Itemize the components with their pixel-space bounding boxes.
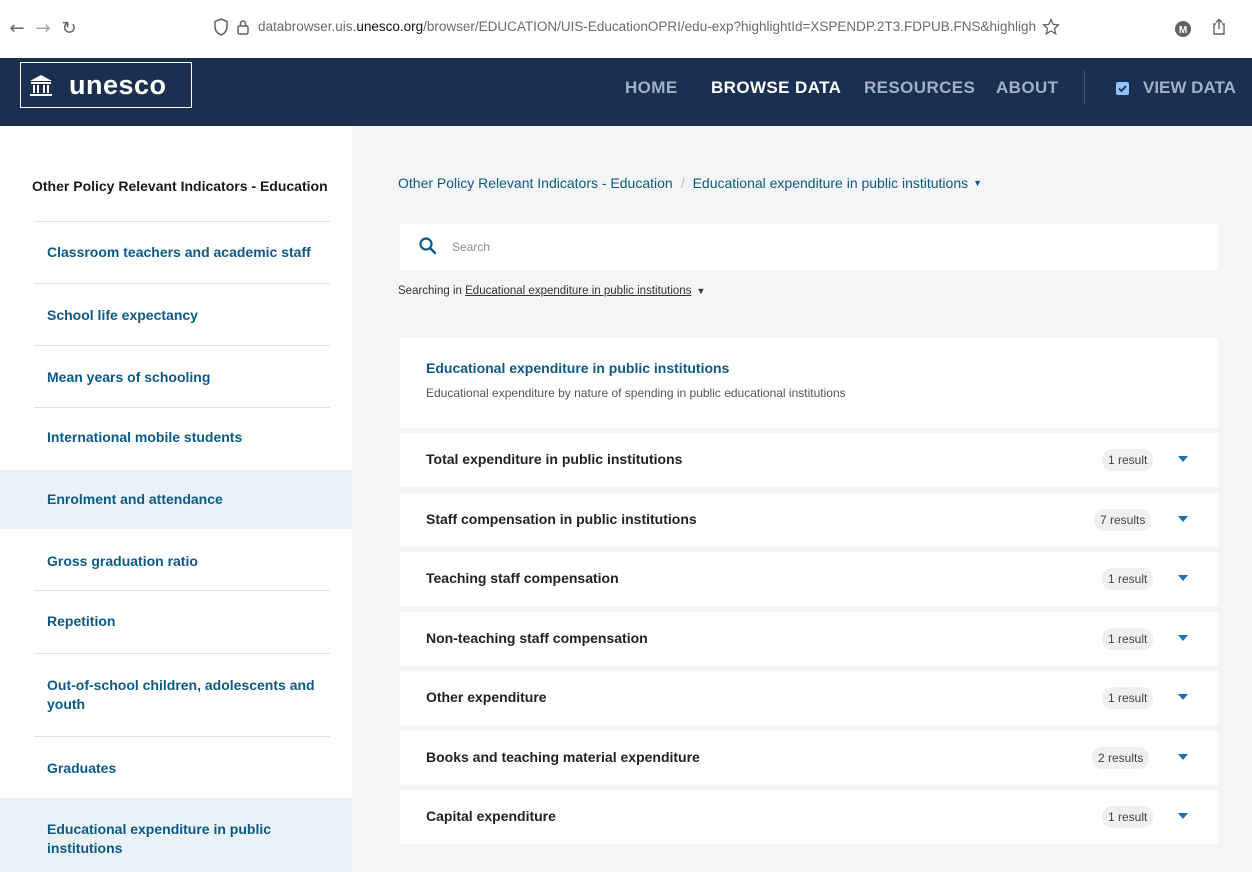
reload-icon[interactable]: ↻ [58, 18, 80, 40]
nav-browse-data[interactable]: BROWSE DATA [711, 78, 841, 98]
expand-caret-icon[interactable] [1178, 813, 1188, 819]
sidebar-item-gross-graduation-ratio[interactable]: Gross graduation ratio [0, 529, 352, 590]
search-icon [418, 236, 438, 256]
main-content: Other Policy Relevant Indicators - Educa… [352, 126, 1252, 872]
temple-icon [21, 65, 61, 105]
search-box [400, 224, 1218, 270]
url-path: /browser/EDUCATION/UIS-EducationOPRI/edu… [423, 19, 1036, 34]
expand-caret-icon[interactable] [1178, 516, 1188, 522]
indicator-row[interactable]: Books and teaching material expenditure … [400, 731, 1218, 785]
url-prefix: databrowser.uis. [258, 19, 357, 34]
results-badge: 1 result [1102, 687, 1154, 709]
expand-caret-icon[interactable] [1178, 575, 1188, 581]
sidebar-item-label: Educational expenditure in public instit… [47, 821, 272, 856]
search-input[interactable] [452, 236, 1152, 258]
caret-down-icon: ▼ [973, 178, 983, 188]
sidebar-item-label: Enrolment and attendance [47, 491, 223, 507]
search-scope-value: Educational expenditure in public instit… [465, 285, 692, 297]
sidebar-item-label: Classroom teachers and academic staff [47, 244, 311, 260]
results-badge: 2 results [1092, 747, 1150, 769]
sidebar-item-label: Out-of-school children, adolescents and … [47, 677, 315, 712]
sidebar-item-label: Repetition [47, 613, 116, 629]
back-arrow-icon[interactable]: ← [6, 18, 28, 40]
indicator-row[interactable]: Other expenditure 1 result [400, 671, 1218, 725]
sidebar-item-repetition[interactable]: Repetition [0, 591, 352, 653]
url-host: unesco.org [356, 19, 424, 34]
expand-caret-icon[interactable] [1178, 635, 1188, 641]
results-badge: 7 results [1094, 509, 1152, 531]
nav-resources[interactable]: RESOURCES [864, 78, 975, 98]
indicator-row[interactable]: Capital expenditure 1 result [400, 790, 1218, 844]
sidebar-item-label: Mean years of schooling [47, 369, 211, 385]
logo-text: unesco [69, 69, 167, 100]
indicator-row[interactable]: Staff compensation in public institution… [400, 493, 1218, 547]
share-icon[interactable] [1208, 18, 1230, 40]
dataset-description: Educational expenditure by nature of spe… [426, 386, 846, 400]
breadcrumb: Other Policy Relevant Indicators - Educa… [398, 175, 982, 191]
unesco-logo[interactable]: unesco [20, 62, 192, 108]
indicator-row[interactable]: Total expenditure in public institutions… [400, 433, 1218, 487]
expand-caret-icon[interactable] [1178, 456, 1188, 462]
indicator-label: Staff compensation in public institution… [426, 511, 697, 527]
breadcrumb-parent-link[interactable]: Other Policy Relevant Indicators - Educa… [398, 175, 673, 191]
sidebar-item-school-life-expectancy[interactable]: School life expectancy [0, 284, 352, 345]
results-badge: 1 result [1102, 806, 1154, 828]
expand-caret-icon[interactable] [1178, 694, 1188, 700]
site-header: unesco HOME BROWSE DATA RESOURCES ABOUT … [0, 58, 1252, 126]
nav-home[interactable]: HOME [625, 78, 678, 98]
nav-divider [1084, 70, 1085, 104]
indicator-label: Teaching staff compensation [426, 570, 619, 586]
browser-toolbar: ← → ↻ databrowser.uis.unesco.org/browser… [0, 0, 1252, 58]
profile-initial: M [1179, 25, 1187, 36]
results-badge: 1 result [1102, 628, 1154, 650]
sidebar: Other Policy Relevant Indicators - Educa… [0, 126, 352, 872]
sidebar-item-mean-years-schooling[interactable]: Mean years of schooling [0, 346, 352, 407]
breadcrumb-separator: / [680, 175, 685, 191]
sidebar-item-label: International mobile students [47, 429, 243, 445]
caret-down-icon: ▼ [696, 286, 706, 296]
view-data-button[interactable]: VIEW DATA [1116, 78, 1236, 98]
nav-about[interactable]: ABOUT [996, 78, 1058, 98]
sidebar-item-graduates[interactable]: Graduates [0, 737, 352, 798]
sidebar-item-label: School life expectancy [47, 307, 198, 323]
indicator-label: Other expenditure [426, 689, 547, 705]
profile-avatar[interactable]: M [1172, 18, 1194, 40]
indicator-label: Books and teaching material expenditure [426, 749, 700, 765]
searching-in-label: Searching in [398, 285, 462, 297]
sidebar-item-educational-expenditure[interactable]: Educational expenditure in public instit… [0, 798, 352, 872]
shield-icon[interactable] [210, 18, 232, 40]
lock-icon[interactable] [232, 18, 254, 40]
indicator-label: Non-teaching staff compensation [426, 630, 648, 646]
dataset-title[interactable]: Educational expenditure in public instit… [426, 360, 729, 376]
results-badge: 1 result [1102, 568, 1154, 590]
indicator-label: Total expenditure in public institutions [426, 451, 683, 467]
indicator-row[interactable]: Non-teaching staff compensation 1 result [400, 612, 1218, 666]
sidebar-item-label: Gross graduation ratio [47, 553, 198, 569]
sidebar-item-international-mobile-students[interactable]: International mobile students [0, 408, 352, 470]
breadcrumb-current: Educational expenditure in public instit… [692, 175, 969, 191]
indicator-label: Capital expenditure [426, 808, 556, 824]
indicator-row[interactable]: Teaching staff compensation 1 result [400, 552, 1218, 606]
sidebar-item-enrolment-attendance[interactable]: Enrolment and attendance [0, 470, 352, 529]
sidebar-title: Other Policy Relevant Indicators - Educa… [32, 178, 328, 194]
dataset-header-card: Educational expenditure in public instit… [400, 338, 1218, 428]
search-scope: Searching in Educational expenditure in … [398, 285, 705, 297]
sidebar-item-classroom-teachers[interactable]: Classroom teachers and academic staff [0, 222, 352, 283]
bookmark-star-icon[interactable] [1040, 17, 1062, 40]
checkbox-icon [1116, 81, 1129, 95]
forward-arrow-icon[interactable]: → [32, 18, 54, 40]
address-bar[interactable]: databrowser.uis.unesco.org/browser/EDUCA… [258, 19, 1038, 34]
sidebar-item-out-of-school[interactable]: Out-of-school children, adolescents and … [0, 654, 352, 736]
view-data-label: VIEW DATA [1143, 78, 1236, 97]
breadcrumb-current-dropdown[interactable]: Educational expenditure in public instit… [693, 175, 982, 191]
results-badge: 1 result [1102, 449, 1154, 471]
expand-caret-icon[interactable] [1178, 754, 1188, 760]
search-scope-dropdown[interactable]: Educational expenditure in public instit… [465, 285, 705, 297]
sidebar-item-label: Graduates [47, 760, 117, 776]
